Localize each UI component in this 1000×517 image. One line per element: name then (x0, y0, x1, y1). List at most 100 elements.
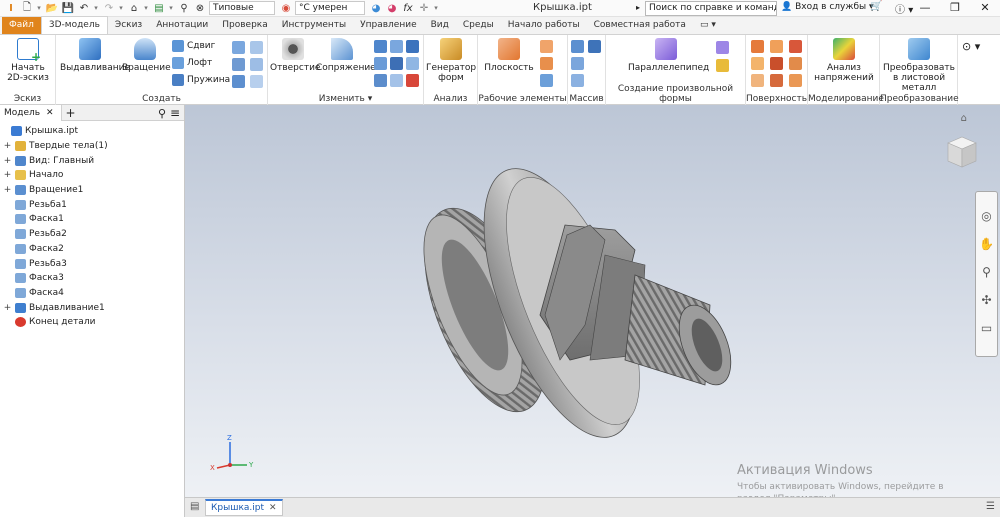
expand-toggle-icon[interactable]: + (3, 141, 12, 151)
ucs-icon[interactable] (540, 74, 553, 87)
delete-face-icon[interactable] (406, 74, 419, 87)
work-point-icon[interactable] (540, 57, 553, 70)
rib-icon[interactable] (232, 58, 245, 71)
work-axis-icon[interactable] (540, 40, 553, 53)
unwrap-icon[interactable] (250, 75, 263, 88)
app-logo-icon[interactable]: I (4, 1, 18, 16)
sketch-pattern-icon[interactable] (571, 74, 584, 87)
decal-icon[interactable] (250, 58, 263, 71)
graphics-viewport[interactable]: Z Y X ⌂ ◎ ✋ ⚲ ✣ ▭ Активация Windows Чтоб… (185, 105, 1000, 497)
document-tab-close-button[interactable]: ✕ (269, 503, 277, 513)
stitch-icon[interactable] (751, 40, 764, 53)
browser-node[interactable]: Фаска2 (0, 242, 184, 257)
plane-button[interactable]: Плоскость (482, 38, 536, 73)
open-folder-icon[interactable]: 📂 (45, 1, 59, 16)
redo-icon[interactable]: ↷ (102, 1, 116, 16)
browser-tab-model[interactable]: Модель ✕ (0, 104, 62, 121)
chevron-down-icon[interactable]: ▾ (36, 1, 42, 16)
extend-icon[interactable] (770, 57, 783, 70)
chevron-down-icon[interactable]: ▾ (93, 1, 99, 16)
browser-node[interactable]: Крышка.ipt (0, 124, 184, 139)
browser-node[interactable]: Фаска1 (0, 212, 184, 227)
ruled-surface-icon[interactable] (789, 57, 802, 70)
patch-icon[interactable] (789, 40, 802, 53)
home-icon[interactable]: ⌂ (127, 1, 141, 16)
tab-list-icon[interactable]: ☰ (986, 501, 995, 512)
sculpt-icon[interactable] (770, 40, 783, 53)
home-view-icon[interactable]: ⌂ (961, 113, 967, 124)
sweep-button[interactable]: Сдвиг (172, 40, 215, 52)
add-icon[interactable]: ✛ (417, 1, 431, 16)
material-select[interactable]: °С умерен (295, 1, 365, 15)
shell-icon[interactable] (390, 40, 403, 53)
expand-toggle-icon[interactable]: + (3, 170, 12, 180)
browser-node[interactable]: + Вращение1 (0, 183, 184, 198)
revolve-button[interactable]: Вращение (122, 38, 171, 73)
ribbon-options-icon[interactable]: ⊙ ▾ (962, 40, 980, 53)
thread-icon[interactable] (374, 57, 387, 70)
expand-toggle-icon[interactable]: + (3, 185, 12, 195)
undo-icon[interactable]: ↶ (77, 1, 91, 16)
tab-file[interactable]: Файл (2, 17, 41, 34)
emboss-icon[interactable] (232, 41, 245, 54)
browser-node[interactable]: + Выдавливание1 (0, 300, 184, 315)
thicken-icon[interactable] (374, 74, 387, 87)
browser-search-icon[interactable]: ⚲ (158, 107, 166, 120)
circ-pattern-icon[interactable] (571, 57, 584, 70)
form-generator-button[interactable]: Генератор форм (426, 38, 476, 83)
draft-icon[interactable] (406, 40, 419, 53)
chevron-down-icon[interactable]: ▾ (118, 1, 124, 16)
signin-button[interactable]: 👤 Вход в службы ▾ (781, 2, 874, 12)
coil-button[interactable]: Пружина (172, 74, 230, 86)
customize-chevron-icon[interactable]: ▾ (433, 1, 439, 16)
look-at-icon[interactable]: ▭ (978, 320, 995, 337)
browser-node[interactable]: Конец детали (0, 315, 184, 330)
chevron-down-icon[interactable]: ▾ (143, 1, 149, 16)
convert-sheet-metal-button[interactable]: Преобразовать в листовой металл (882, 38, 956, 93)
expand-toggle-icon[interactable]: + (3, 156, 12, 166)
browser-node[interactable]: Фаска3 (0, 271, 184, 286)
tab-overflow[interactable]: ▭ ▾ (693, 17, 723, 34)
freeform-edit-icon[interactable] (716, 59, 729, 72)
split-icon[interactable] (390, 57, 403, 70)
part-model[interactable]: Z Y X (185, 105, 1000, 497)
tab-environments[interactable]: Среды (456, 17, 501, 34)
material-ball-icon[interactable]: ⊗ (193, 1, 207, 16)
minimize-button[interactable]: — (910, 0, 940, 16)
close-button[interactable]: ✕ (970, 0, 1000, 16)
chevron-down-icon[interactable]: ▾ (168, 1, 174, 16)
tab-annotate[interactable]: Аннотации (149, 17, 215, 34)
browser-node[interactable]: + Вид: Главный (0, 153, 184, 168)
pan-icon[interactable]: ✋ (978, 236, 995, 253)
freeform-shape-icon[interactable] (716, 41, 729, 54)
browser-add-button[interactable]: + (62, 106, 80, 120)
tab-manage[interactable]: Управление (353, 17, 423, 34)
browser-node[interactable]: Резьба1 (0, 197, 184, 212)
replace-face-icon[interactable] (390, 74, 403, 87)
select-icon[interactable]: ⚲ (177, 1, 191, 16)
browser-close-button[interactable]: ✕ (43, 108, 57, 118)
tab-collaborate[interactable]: Совместная работа (587, 17, 693, 34)
tab-view[interactable]: Вид (424, 17, 456, 34)
browser-menu-icon[interactable]: ≡ (170, 106, 180, 120)
tab-sketch[interactable]: Эскиз (108, 17, 149, 34)
viewcube[interactable] (944, 133, 978, 176)
parameters-fx-icon[interactable]: fx (401, 1, 415, 16)
combine-icon[interactable] (406, 57, 419, 70)
rect-pattern-icon[interactable] (571, 40, 584, 53)
appearance-select[interactable]: Типовые (209, 1, 275, 15)
browser-node[interactable]: + Начало (0, 168, 184, 183)
save-icon[interactable]: 💾 (61, 1, 75, 16)
tab-3d-model[interactable]: 3D-модель (40, 16, 108, 34)
tab-get-started[interactable]: Начало работы (501, 17, 587, 34)
stress-analysis-button[interactable]: Анализ напряжений (814, 38, 874, 83)
search-expand-icon[interactable]: ▸ (636, 3, 640, 12)
zoom-icon[interactable]: ⚲ (978, 264, 995, 281)
browser-node[interactable]: Резьба3 (0, 256, 184, 271)
tab-tools[interactable]: Инструменты (275, 17, 353, 34)
help-search-input[interactable]: Поиск по справке и командам... (645, 1, 777, 16)
color-wheel-icon[interactable]: ◉ (279, 1, 293, 16)
trim-icon[interactable] (751, 57, 764, 70)
loft-button[interactable]: Лофт (172, 57, 212, 69)
freeform-box-button[interactable]: Параллелепипед (628, 38, 709, 73)
